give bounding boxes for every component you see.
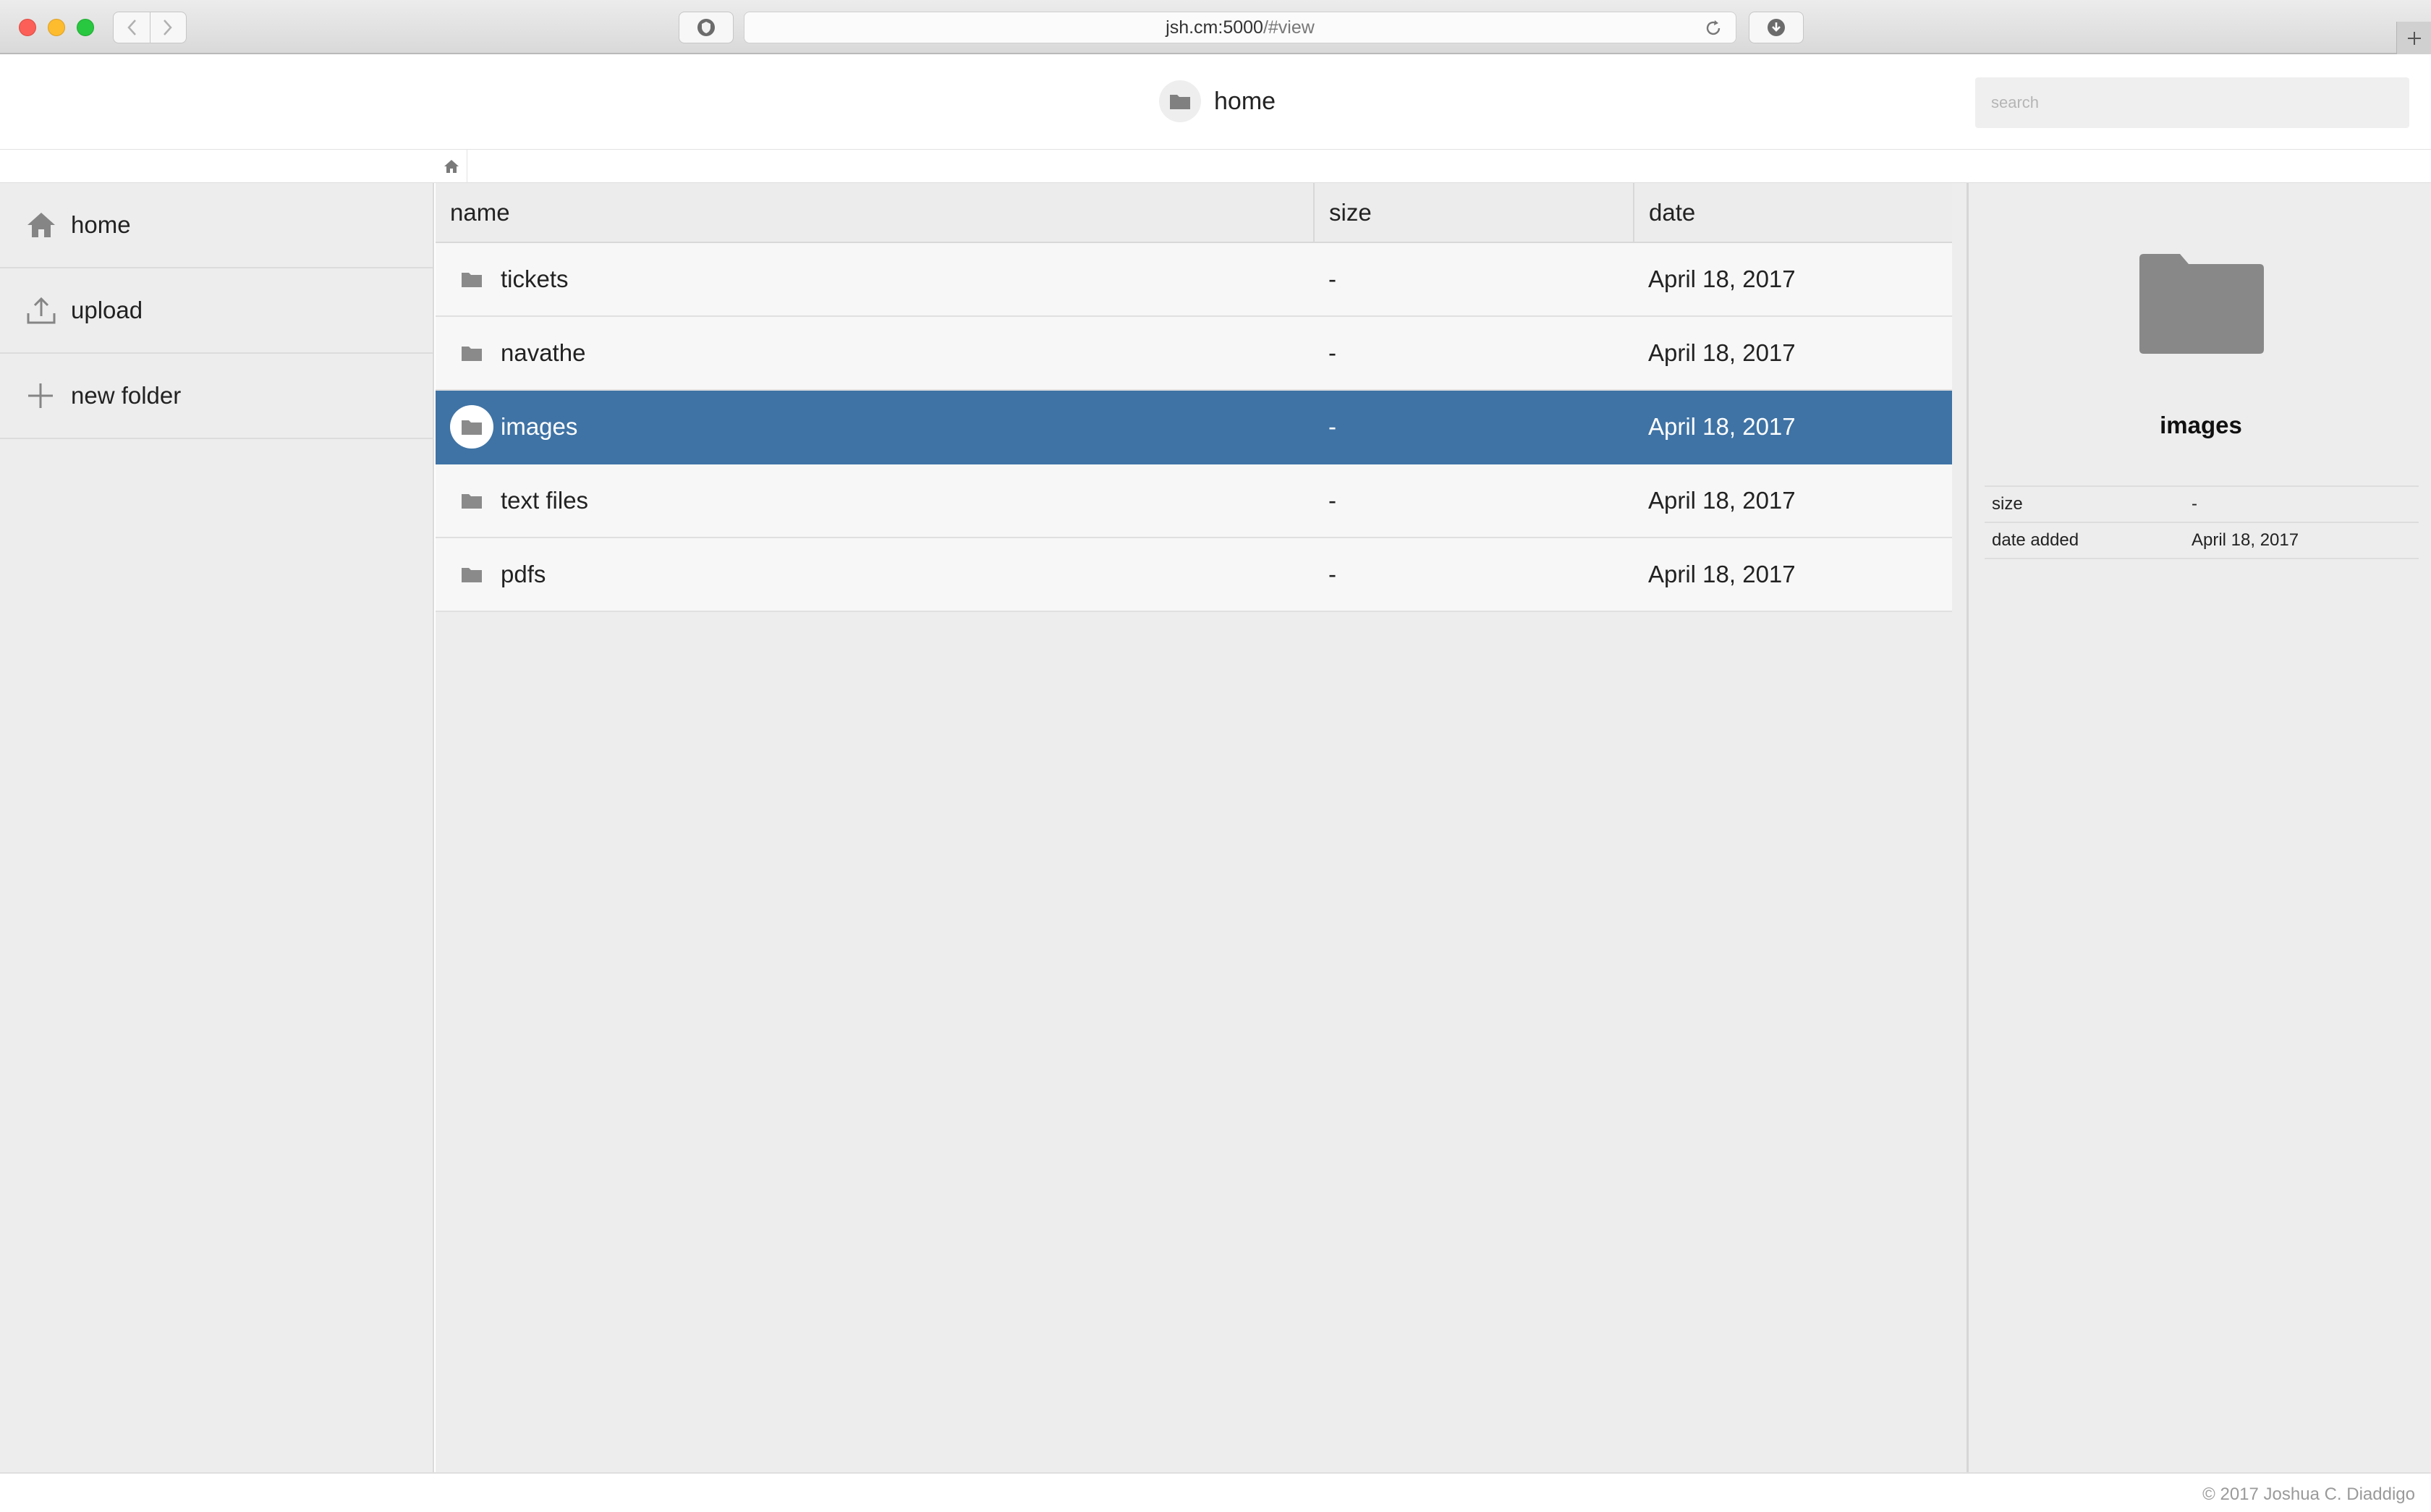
- size-cell: -: [1314, 242, 1634, 317]
- footer: © 2017 Joshua C. Diaddigo: [0, 1472, 2431, 1512]
- folder-icon: [450, 405, 493, 449]
- size-cell: -: [1314, 464, 1634, 538]
- column-header-name[interactable]: name: [436, 183, 1314, 243]
- chevron-right-icon: [164, 20, 172, 35]
- folder-icon: [450, 479, 493, 522]
- back-button[interactable]: [114, 12, 150, 43]
- sidebar-item-upload[interactable]: upload: [0, 268, 433, 354]
- size-cell: -: [1314, 316, 1634, 391]
- search-input[interactable]: [1975, 77, 2409, 128]
- plus-icon: [26, 378, 61, 413]
- table-row[interactable]: pdfs - April 18, 2017: [436, 538, 1952, 612]
- size-cell: -: [1314, 390, 1634, 464]
- url-path: /#view: [1263, 17, 1315, 38]
- table-row[interactable]: tickets - April 18, 2017: [436, 242, 1952, 317]
- home-icon: [26, 208, 61, 242]
- new-tab-button[interactable]: [2396, 22, 2431, 54]
- history-nav: [113, 12, 187, 43]
- plus-icon: [2407, 31, 2421, 45]
- property-value: -: [2184, 485, 2419, 523]
- address-bar[interactable]: jsh.cm:5000/#view: [744, 12, 1736, 43]
- column-header-size[interactable]: size: [1313, 183, 1634, 243]
- folder-icon: [450, 553, 493, 596]
- detail-title: images: [2160, 412, 2242, 438]
- current-folder-title: home: [1159, 80, 1276, 122]
- name-cell: navathe: [436, 316, 1314, 391]
- upload-icon: [26, 293, 61, 328]
- size-cell: -: [1314, 538, 1634, 612]
- folder-icon: [450, 258, 493, 301]
- privacy-shield-button[interactable]: [679, 12, 734, 43]
- property-label: size: [1985, 485, 2184, 523]
- page-title: home: [1214, 87, 1276, 115]
- window-zoom-button[interactable]: [77, 19, 94, 36]
- property-row: size -: [1985, 485, 2419, 523]
- file-name: tickets: [501, 266, 569, 292]
- sidebar: home upload new folder: [0, 183, 434, 1472]
- sidebar-item-home[interactable]: home: [0, 183, 433, 268]
- app-header: home: [0, 56, 2431, 150]
- folder-icon: [450, 331, 493, 375]
- home-icon: [444, 160, 459, 173]
- date-cell: April 18, 2017: [1634, 538, 1952, 612]
- detail-panel: images size - date added April 18, 2017: [1967, 183, 2431, 1472]
- window-minimize-button[interactable]: [48, 19, 65, 36]
- name-cell: pdfs: [436, 538, 1314, 612]
- window-close-button[interactable]: [19, 19, 36, 36]
- download-icon: [1768, 19, 1785, 36]
- sidebar-item-label: home: [71, 211, 131, 238]
- detail-properties: size - date added April 18, 2017: [1985, 485, 2419, 559]
- breadcrumb-home[interactable]: [436, 150, 467, 183]
- sidebar-item-label: new folder: [71, 382, 182, 409]
- file-name: text files: [501, 487, 589, 514]
- file-name: images: [501, 413, 578, 440]
- browser-toolbar: jsh.cm:5000/#view: [0, 0, 2431, 54]
- table-header-row: name size date: [436, 183, 1952, 243]
- table-row[interactable]: navathe - April 18, 2017: [436, 316, 1952, 391]
- url-host: jsh.cm:5000: [1166, 17, 1263, 38]
- date-cell: April 18, 2017: [1634, 242, 1952, 317]
- sidebar-item-new-folder[interactable]: new folder: [0, 354, 433, 439]
- breadcrumb: [0, 150, 2431, 183]
- property-label: date added: [1985, 522, 2184, 559]
- sidebar-item-label: upload: [71, 297, 143, 323]
- reload-icon[interactable]: [1704, 19, 1723, 38]
- copyright-text: © 2017 Joshua C. Diaddigo: [2202, 1485, 2415, 1504]
- property-value: April 18, 2017: [2184, 522, 2419, 559]
- table-row[interactable]: text files - April 18, 2017: [436, 464, 1952, 538]
- downloads-button[interactable]: [1749, 12, 1804, 43]
- column-header-date[interactable]: date: [1633, 183, 1952, 243]
- name-cell: tickets: [436, 242, 1314, 317]
- property-row: date added April 18, 2017: [1985, 522, 2419, 559]
- forward-button[interactable]: [150, 12, 187, 43]
- shield-icon: [697, 19, 715, 36]
- table-row-selected[interactable]: images - April 18, 2017: [436, 390, 1952, 464]
- folder-icon: [1159, 80, 1201, 122]
- chevron-left-icon: [127, 20, 136, 35]
- file-table: name size date tickets - April 18, 2017 …: [436, 183, 1952, 612]
- name-cell: text files: [436, 464, 1314, 538]
- name-cell: images: [436, 390, 1314, 464]
- file-name: pdfs: [501, 561, 546, 587]
- file-list-pane: name size date tickets - April 18, 2017 …: [436, 183, 1967, 1472]
- file-name: navathe: [501, 339, 586, 366]
- date-cell: April 18, 2017: [1634, 316, 1952, 391]
- date-cell: April 18, 2017: [1634, 390, 1952, 464]
- folder-icon: [2139, 254, 2264, 354]
- date-cell: April 18, 2017: [1634, 464, 1952, 538]
